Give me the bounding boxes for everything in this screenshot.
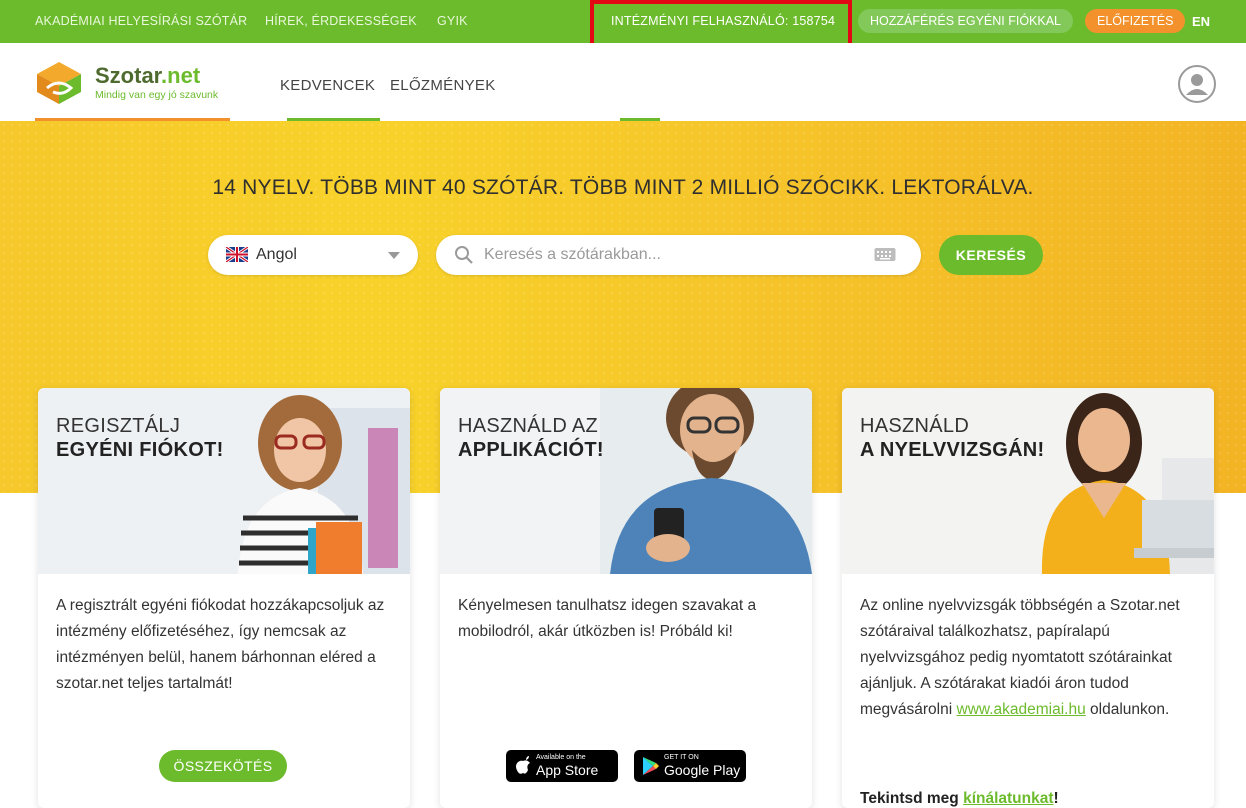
subscription-button[interactable]: ELŐFIZETÉS (1085, 9, 1186, 33)
nav-elozmenyek[interactable]: ELŐZMÉNYEK (390, 77, 496, 94)
main-header: Szotar.net Mindig van egy jó szavunk KED… (0, 43, 1246, 121)
card-title-line1: REGISZTÁLJ (56, 415, 181, 437)
card-title-line1: HASZNÁLD (860, 415, 970, 437)
card-description: A regisztrált egyéni fiókodat hozzákapcs… (56, 597, 385, 692)
card-register: REGISZTÁLJ EGYÉNI FIÓKOT! A regisztrált … (38, 388, 410, 808)
individual-access-button[interactable]: HOZZÁFÉRÉS EGYÉNI FIÓKKAL (858, 9, 1074, 33)
nav-kedvencek[interactable]: KEDVENCEK (280, 77, 375, 94)
language-select-value: Angol (256, 246, 297, 263)
card-title-line2: APPLIKÁCIÓT! (458, 439, 604, 461)
app-store-big: App Store (536, 762, 599, 778)
keyboard-icon[interactable] (874, 247, 896, 263)
akademiai-link[interactable]: www.akademiai.hu (957, 701, 1086, 718)
gyik-link[interactable]: GYIK (437, 0, 468, 43)
offer-link[interactable]: kínálatunkat (963, 790, 1053, 807)
helyesirasi-link[interactable]: AKADÉMIAI HELYESÍRÁSI SZÓTÁR (35, 0, 247, 43)
user-avatar-icon[interactable] (1178, 65, 1216, 103)
chevron-down-icon (388, 252, 400, 259)
card-description-tail: oldalunkon. (1085, 701, 1170, 718)
card-title-line2: A NYELVVIZSGÁN! (860, 439, 1045, 461)
offer-cta-suffix: ! (1053, 790, 1059, 807)
search-button[interactable]: KERESÉS (939, 235, 1043, 275)
language-select[interactable]: Angol (208, 235, 418, 275)
app-store-small: Available on the (536, 754, 586, 761)
card-description-text: Az online nyelvvizsgák többségén a Szota… (860, 597, 1180, 718)
hirek-link[interactable]: HÍREK, ÉRDEKESSÉGEK (265, 0, 417, 43)
card-description: Az online nyelvvizsgák többségén a Szota… (860, 593, 1200, 723)
google-play-big: Google Play (664, 762, 741, 778)
search-icon (454, 245, 474, 265)
logo-icon[interactable] (33, 58, 85, 106)
search-input[interactable] (484, 235, 864, 275)
card-exam: HASZNÁLD A NYELVVIZSGÁN! Az online nyelv… (842, 388, 1214, 808)
card-title-line2: EGYÉNI FIÓKOT! (56, 439, 224, 461)
google-play-icon (642, 756, 660, 781)
card-description: Kényelmesen tanulhatsz idegen szavakat a… (458, 597, 757, 640)
offer-cta: Tekintsd meg kínálatunkat! (860, 790, 1059, 808)
connect-button[interactable]: ÖSSZEKÖTÉS (159, 750, 287, 782)
logo-title[interactable]: Szotar.net (95, 63, 200, 89)
card-app: HASZNÁLD AZ APPLIKÁCIÓT! Kényelmesen tan… (440, 388, 812, 808)
app-store-button[interactable]: Available on the App Store (506, 750, 618, 782)
logo-tagline: Mindig van egy jó szavunk (95, 89, 219, 101)
card-title-line1: HASZNÁLD AZ (458, 415, 598, 437)
uk-flag-icon (225, 245, 249, 264)
search-box (436, 235, 921, 275)
apple-icon (515, 756, 531, 781)
google-play-button[interactable]: GET IT ON Google Play (634, 750, 746, 782)
offer-cta-prefix: Tekintsd meg (860, 790, 964, 807)
language-switch-en[interactable]: EN (1192, 0, 1210, 43)
hero-title: 14 NYELV. TÖBB MINT 40 SZÓTÁR. TÖBB MINT… (212, 176, 1034, 199)
google-play-small: GET IT ON (664, 754, 699, 761)
